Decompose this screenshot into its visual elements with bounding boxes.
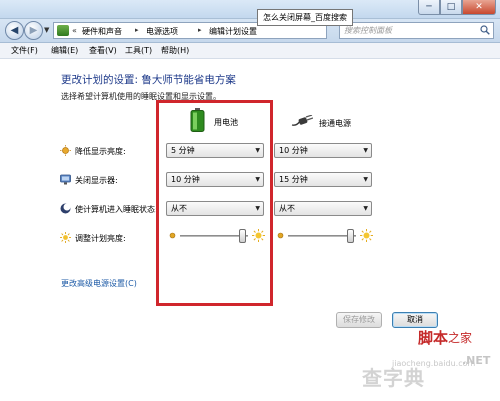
slider-thumb[interactable] [347,229,354,243]
menu-bar: 文件(F) 编辑(E) 查看(V) 工具(T) 帮助(H) [0,43,500,59]
select-value: 从不 [279,204,295,213]
forward-button[interactable]: ▶ [24,21,43,40]
power-plug-icon [291,115,313,126]
history-dropdown-icon[interactable]: ▼ [44,26,49,34]
breadcrumb-item-edit-plan[interactable]: 编辑计划设置 [209,26,257,37]
menu-file[interactable]: 文件(F) [11,45,38,57]
close-button[interactable]: ✕ [462,0,496,15]
row-label-sleep: 使计算机进入睡眠状态: [75,205,158,214]
watermark-site: jiaocheng.baidu.com [392,359,476,368]
brightness-plugged-slider[interactable] [288,229,356,243]
breadcrumb-overflow[interactable]: « [72,26,77,35]
dim-display-icon [60,145,71,156]
row-label-brightness: 调整计划亮度: [75,234,126,243]
maximize-button[interactable]: □ [440,0,462,15]
brightness-icon [60,232,71,243]
slider-track [288,235,356,237]
menu-help[interactable]: 帮助(H) [161,45,189,57]
save-button[interactable]: 保存修改 [336,312,382,328]
menu-view[interactable]: 查看(V) [89,45,117,57]
chevron-down-icon: ▼ [363,176,368,183]
sleep-plugged-select[interactable]: 从不 ▼ [274,201,372,216]
page-title: 更改计划的设置: 鲁大师节能省电方案 [61,74,236,86]
control-panel-icon [57,25,69,36]
battery-column-highlight [156,100,273,306]
cancel-button[interactable]: 取消 [392,312,438,328]
control-panel-window: ─ □ ✕ 怎么关闭屏幕_百度搜索 ◀ ▶ ▼ « 硬件和声音 ▸ 电源选项 ▸… [0,0,500,401]
window-controls: ─ □ ✕ [418,0,496,15]
plan-settings-panel: 更改计划的设置: 鲁大师节能省电方案 选择希望计算机使用的睡眠设置和显示设置。 … [0,59,500,401]
address-bar: ◀ ▶ ▼ « 硬件和声音 ▸ 电源选项 ▸ 编辑计划设置 搜索控制面板 [0,19,500,43]
breadcrumb-item-hardware[interactable]: 硬件和声音 [82,26,122,37]
title-bar: ─ □ ✕ [0,0,500,19]
search-placeholder: 搜索控制面板 [344,26,392,35]
select-value: 10 分钟 [279,146,308,155]
search-input[interactable]: 搜索控制面板 [339,22,494,39]
chevron-down-icon: ▼ [363,205,368,212]
select-value: 15 分钟 [279,175,308,184]
row-label-dim-display: 降低显示亮度: [75,147,126,156]
watermark-brand-suffix: 之家 [448,331,473,345]
row-label-turn-off-display: 关闭显示器: [75,176,118,185]
minimize-button[interactable]: ─ [418,0,440,15]
breadcrumb-separator[interactable]: ▸ [198,26,202,34]
watermark-brand: 脚本 [418,329,449,347]
brightness-high-icon [360,229,373,242]
brightness-low-icon [277,232,284,239]
column-header-plugged-in: 接通电源 [319,119,351,128]
monitor-icon [60,174,71,185]
breadcrumb-item-power-options[interactable]: 电源选项 [146,26,178,37]
taskbar-tooltip: 怎么关闭屏幕_百度搜索 [257,9,353,26]
turn-off-display-plugged-select[interactable]: 15 分钟 ▼ [274,172,372,187]
dim-display-plugged-select[interactable]: 10 分钟 ▼ [274,143,372,158]
chevron-down-icon: ▼ [363,147,368,154]
menu-edit[interactable]: 编辑(E) [51,45,78,57]
sleep-moon-icon [60,203,71,214]
advanced-power-settings-link[interactable]: 更改高级电源设置(C) [61,278,137,289]
back-button[interactable]: ◀ [5,21,24,40]
search-icon[interactable] [480,25,490,35]
breadcrumb-separator[interactable]: ▸ [135,26,139,34]
menu-tools[interactable]: 工具(T) [125,45,152,57]
